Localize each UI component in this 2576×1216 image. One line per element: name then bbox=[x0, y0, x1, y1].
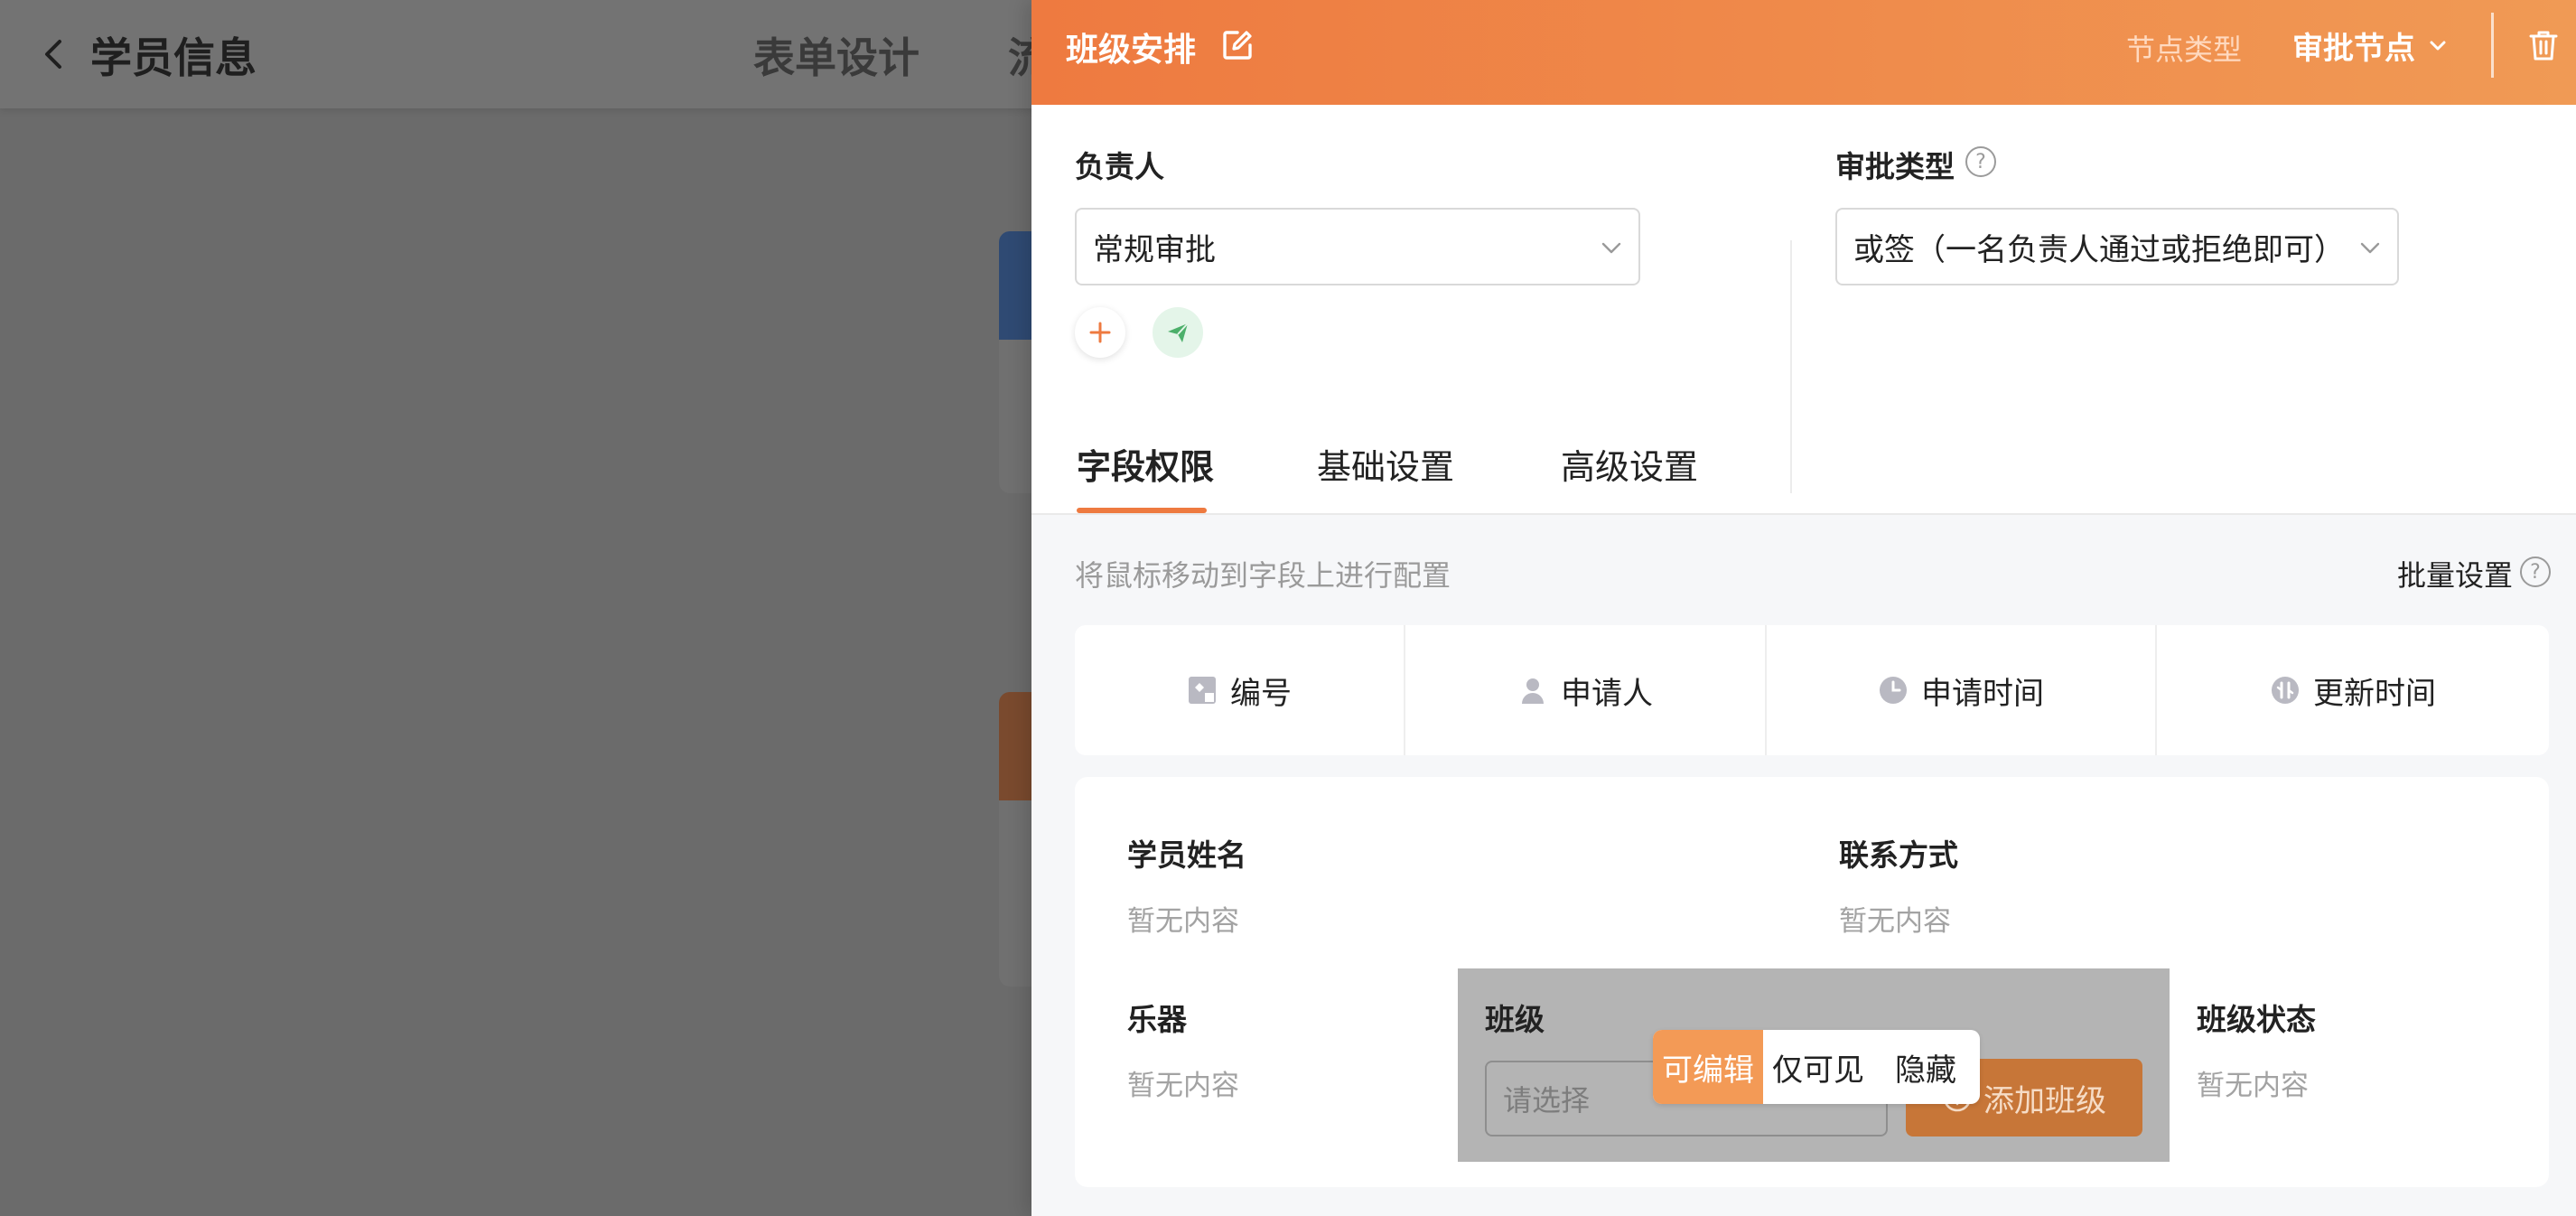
person-icon bbox=[1522, 678, 1544, 704]
tab-field-permissions[interactable]: 字段权限 bbox=[1077, 439, 1214, 489]
field-instrument-label[interactable]: 乐器 bbox=[1127, 996, 1187, 1039]
edit-icon[interactable] bbox=[1219, 27, 1255, 63]
help-icon[interactable]: ? bbox=[1965, 146, 1996, 177]
chevron-down-icon bbox=[1601, 242, 1621, 254]
add-class-label: 添加班级 bbox=[1983, 1082, 2106, 1119]
assignee-label: 负责人 bbox=[1075, 149, 1164, 184]
config-hint: 将鼠标移动到字段上进行配置 bbox=[1075, 558, 1451, 593]
page-title: 学员信息 bbox=[90, 33, 257, 82]
refresh-time-icon bbox=[2272, 677, 2299, 704]
tab-advanced-settings[interactable]: 高级设置 bbox=[1561, 439, 1698, 489]
permission-view-only[interactable]: 仅可见 bbox=[1763, 1030, 1873, 1104]
field-class-hovered[interactable]: 班级 请选择 添加班级 可编辑 仅可见 隐藏 bbox=[1458, 968, 2170, 1162]
batch-settings-button[interactable]: 批量设置 bbox=[2397, 553, 2513, 594]
tab-form-design[interactable]: 表单设计 bbox=[753, 25, 919, 85]
system-field-applicant[interactable]: 申请人 bbox=[1405, 625, 1767, 755]
node-type-select[interactable]: 审批节点 bbox=[2292, 23, 2448, 68]
form-fields-card: 学员姓名 暂无内容 联系方式 暂无内容 乐器 暂无内容 班级 请选择 添加班级 … bbox=[1075, 777, 2549, 1187]
field-student-name-value: 暂无内容 bbox=[1127, 905, 1239, 938]
field-contact-value: 暂无内容 bbox=[1839, 905, 1951, 938]
assignee-select[interactable]: 常规审批 bbox=[1075, 208, 1640, 285]
drawer-title: 班级安排 bbox=[1066, 32, 1197, 69]
id-card-icon bbox=[1189, 677, 1216, 704]
add-assignee-button[interactable] bbox=[1075, 307, 1125, 358]
permission-editable[interactable]: 可编辑 bbox=[1653, 1030, 1763, 1104]
approval-type-label: 审批类型 bbox=[1835, 149, 1955, 184]
node-type-label: 节点类型 bbox=[2126, 33, 2243, 67]
tabs-divider bbox=[1031, 513, 2576, 515]
system-field-label: 更新时间 bbox=[2313, 675, 2436, 712]
permission-toggle: 可编辑 仅可见 隐藏 bbox=[1653, 1030, 1980, 1104]
node-type-value: 审批节点 bbox=[2292, 31, 2415, 67]
panel-divider bbox=[1790, 240, 1792, 493]
drawer-header: 班级安排 节点类型 审批节点 bbox=[1031, 0, 2576, 105]
system-field-label: 编号 bbox=[1230, 675, 1292, 712]
permission-hidden[interactable]: 隐藏 bbox=[1873, 1030, 1980, 1104]
approval-type-select[interactable]: 或签（一名负责人通过或拒绝即可） bbox=[1835, 208, 2399, 285]
send-icon bbox=[1168, 323, 1189, 342]
assignee-value: 常规审批 bbox=[1093, 231, 1216, 268]
field-student-name-label[interactable]: 学员姓名 bbox=[1127, 831, 1246, 875]
system-field-label: 申请时间 bbox=[1921, 675, 2044, 712]
batch-settings-label: 批量设置 bbox=[2397, 558, 2514, 593]
header-divider bbox=[2491, 13, 2494, 78]
clock-icon bbox=[1880, 677, 1907, 704]
system-field-id[interactable]: 编号 bbox=[1075, 625, 1405, 755]
chevron-down-icon bbox=[2430, 41, 2446, 50]
help-icon[interactable]: ? bbox=[2520, 557, 2551, 587]
approval-type-value: 或签（一名负责人通过或拒绝即可） bbox=[1853, 231, 2345, 268]
node-settings-drawer: 班级安排 节点类型 审批节点 负责人 常规审批 审批类型 ? 或签（一名负责人通… bbox=[1031, 0, 2576, 1216]
field-contact-label[interactable]: 联系方式 bbox=[1839, 831, 1958, 875]
field-instrument-value: 暂无内容 bbox=[1127, 1070, 1239, 1102]
plus-icon bbox=[1089, 322, 1111, 343]
class-select-placeholder: 请选择 bbox=[1503, 1083, 1591, 1118]
field-class-status-value: 暂无内容 bbox=[2197, 1070, 2309, 1102]
approver-settings-panel: 负责人 常规审批 审批类型 ? 或签（一名负责人通过或拒绝即可） bbox=[1031, 105, 2576, 515]
system-fields-card: 编号 申请人 申请时间 更新时间 bbox=[1075, 625, 2549, 755]
field-class-status-label[interactable]: 班级状态 bbox=[2197, 996, 2316, 1039]
send-button[interactable] bbox=[1153, 307, 1203, 358]
tab-basic-settings[interactable]: 基础设置 bbox=[1317, 439, 1454, 489]
chevron-left-icon[interactable] bbox=[33, 33, 76, 76]
field-class-label: 班级 bbox=[1485, 1002, 1545, 1037]
chevron-down-icon bbox=[2360, 242, 2380, 254]
system-field-apply-time[interactable]: 申请时间 bbox=[1767, 625, 2157, 755]
trash-icon[interactable] bbox=[2525, 27, 2562, 63]
system-field-update-time[interactable]: 更新时间 bbox=[2157, 625, 2549, 755]
system-field-label: 申请人 bbox=[1561, 675, 1653, 712]
